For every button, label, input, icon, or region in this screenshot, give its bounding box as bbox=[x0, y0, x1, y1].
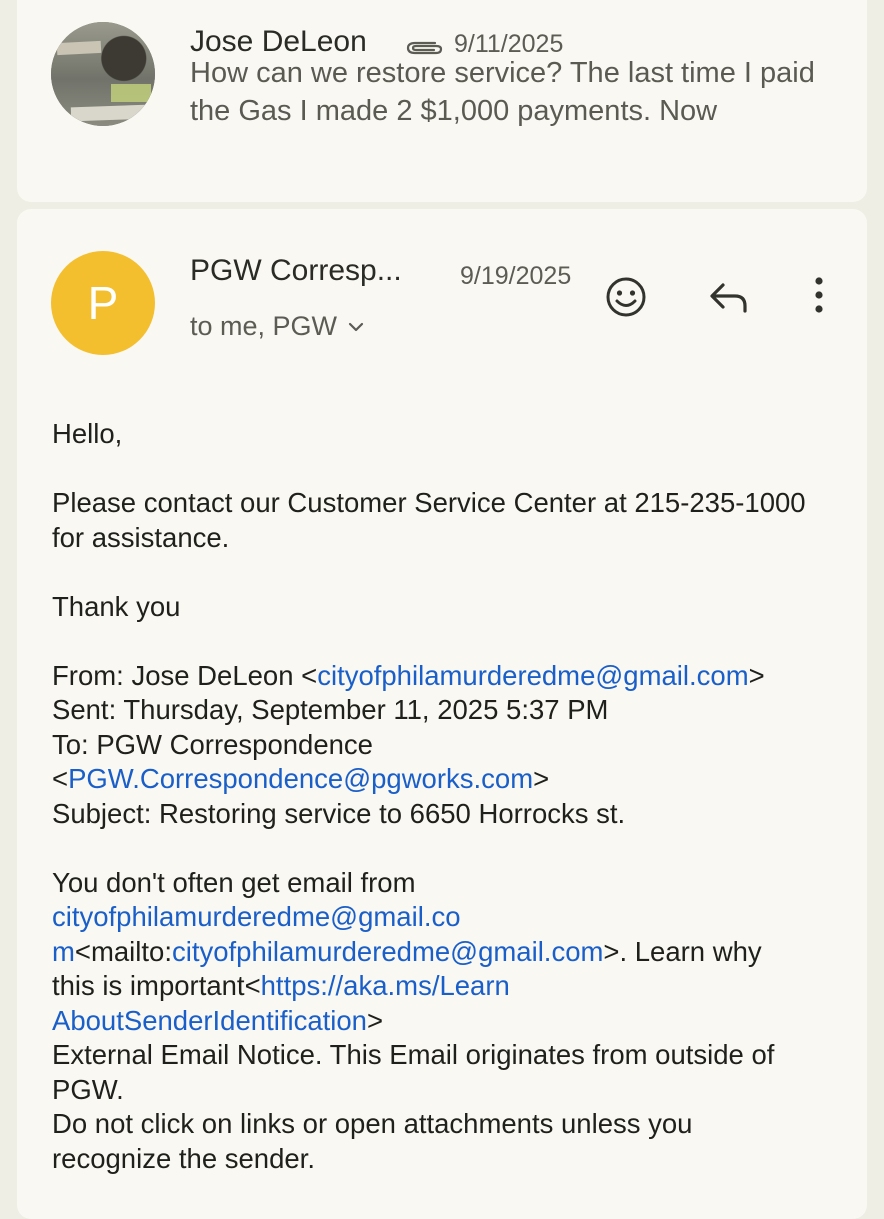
learn-url-link-part-2[interactable]: AboutSenderIdentification bbox=[52, 1005, 367, 1036]
external-notice-1: External Email Notice. This Email origin… bbox=[52, 1039, 775, 1070]
warning-line-1: cityofphilamurderedme@gmail.co bbox=[52, 900, 842, 935]
contact-line: Please contact our Customer Service Cent… bbox=[52, 487, 806, 553]
sender-email-link-part-1[interactable]: cityofphilamurderedme@gmail.co bbox=[52, 901, 461, 932]
warning-line-2: m<mailto:cityofphilamurderedme@gmail.com… bbox=[52, 935, 842, 970]
message-body: Hello, Please contact our Customer Servi… bbox=[52, 417, 842, 1176]
expanded-message-card: P PGW Corresp... 9/19/2025 to me, PGW He… bbox=[17, 209, 867, 1219]
sender-avatar[interactable]: P bbox=[51, 251, 155, 355]
recipients-toggle[interactable]: to me, PGW bbox=[190, 311, 365, 342]
mailto-end: >. Learn why bbox=[603, 935, 762, 967]
important-label: this is important< bbox=[52, 970, 261, 1001]
sender-avatar-photo[interactable] bbox=[51, 22, 155, 126]
mailto-label: <mailto: bbox=[74, 935, 172, 967]
recipients-label: to me, PGW bbox=[190, 311, 338, 341]
thanks-line: Thank you bbox=[52, 590, 181, 622]
caution-line-2: recognize the sender. bbox=[52, 1142, 315, 1174]
sender-email-link[interactable]: cityofphilamurderedme@gmail.com bbox=[317, 660, 748, 691]
quoted-to: To: PGW Correspondence bbox=[52, 728, 373, 760]
avatar-photo-detail bbox=[56, 40, 102, 56]
external-notice-2: PGW. bbox=[52, 1073, 124, 1105]
learn-url-link-part-1[interactable]: https://aka.ms/Learn bbox=[261, 970, 510, 1001]
warning-line-4: AboutSenderIdentification> bbox=[52, 1004, 842, 1039]
message-date: 9/19/2025 bbox=[460, 262, 572, 290]
pgw-email-link[interactable]: PGW.Correspondence@pgworks.com bbox=[68, 763, 533, 794]
quoted-from-label: From: Jose DeLeon < bbox=[52, 659, 318, 691]
quoted-to-email: <PGW.Correspondence@pgworks.com> bbox=[52, 762, 842, 797]
collapsed-message-card[interactable]: Jose DeLeon 9/11/2025 How can we restore… bbox=[17, 0, 867, 202]
greeting: Hello, bbox=[52, 418, 123, 449]
more-vert-icon[interactable] bbox=[807, 273, 831, 317]
quoted-from-end: > bbox=[748, 659, 765, 691]
quoted-to-end: > bbox=[533, 763, 550, 794]
warning-intro: You don't often get email from bbox=[52, 866, 416, 898]
emoji-react-icon[interactable] bbox=[603, 274, 649, 320]
quoted-subject: Subject: Restoring service to 6650 Horro… bbox=[52, 797, 626, 829]
avatar-letter: P bbox=[87, 277, 119, 329]
sender-email-link-part-2[interactable]: m bbox=[52, 936, 75, 967]
mailto-email-link[interactable]: cityofphilamurderedme@gmail.com bbox=[172, 936, 603, 967]
sender-name[interactable]: PGW Corresp... bbox=[190, 254, 402, 288]
learn-end: > bbox=[366, 1004, 384, 1036]
avatar-photo-detail bbox=[70, 104, 150, 122]
message-snippet: How can we restore service? The last tim… bbox=[190, 57, 815, 127]
reply-icon[interactable] bbox=[707, 277, 751, 317]
quoted-to-open: < bbox=[52, 763, 69, 794]
quoted-from: From: Jose DeLeon <cityofphilamurderedme… bbox=[52, 659, 842, 694]
avatar-photo-detail bbox=[111, 84, 151, 102]
caution-line-1: Do not click on links or open attachment… bbox=[52, 1108, 693, 1139]
chevron-down-icon bbox=[348, 322, 364, 331]
warning-line-3: this is important<https://aka.ms/Learn bbox=[52, 969, 842, 1004]
quoted-sent: Sent: Thursday, September 11, 2025 5:37 … bbox=[52, 694, 609, 725]
